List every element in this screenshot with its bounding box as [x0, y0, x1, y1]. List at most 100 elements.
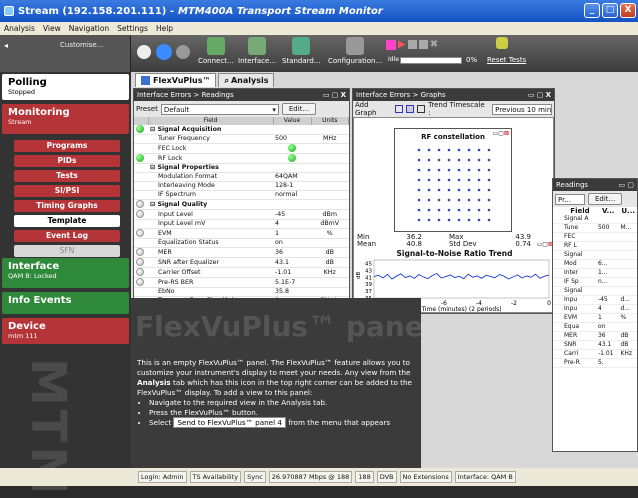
- tab-flexvuplus[interactable]: FlexVuPlus™: [135, 73, 217, 87]
- status-login: Login: Admin: [138, 471, 187, 483]
- sidebar-item-sfn[interactable]: SFN: [14, 245, 120, 257]
- readings-table: Field Value Units ⊟ Signal Acquisition Tu…: [134, 117, 349, 315]
- collapse-icon[interactable]: ◂: [4, 41, 8, 50]
- polling-panel[interactable]: Polling Stopped: [2, 74, 129, 100]
- play-icon[interactable]: ▶: [398, 39, 406, 50]
- sidebar-item-event-log[interactable]: Event Log: [14, 230, 120, 242]
- connect-button[interactable]: Connect...: [198, 37, 234, 65]
- close-button[interactable]: X: [620, 3, 636, 18]
- table-row[interactable]: Interleaving Mode 128-1: [134, 181, 349, 191]
- constellation-point: [457, 218, 461, 222]
- graph-window-controls[interactable]: ▭▢⊠: [493, 130, 509, 137]
- trend-select[interactable]: Previous 10 minutes: [492, 103, 552, 115]
- table-row[interactable]: Signal: [553, 250, 637, 260]
- table-row[interactable]: Tuner Frequency 500 MHz: [134, 134, 349, 144]
- info-events-panel[interactable]: Info Events: [2, 292, 129, 314]
- table-row[interactable]: Pre-RS BER 5.1E-7: [134, 277, 349, 288]
- playback-controls[interactable]: ▶ ✖: [386, 39, 438, 50]
- status-dot-icon: [136, 200, 144, 208]
- panel-window-controls[interactable]: ▭ ▢ X: [323, 89, 346, 101]
- units-cell: MHz: [311, 134, 349, 144]
- preset3-select[interactable]: Pr...: [555, 193, 585, 205]
- table-row[interactable]: Input Level mV 4 dBmV: [134, 219, 349, 229]
- menu-view[interactable]: View: [39, 24, 65, 33]
- panel-window-controls[interactable]: ▭ ▢: [619, 179, 634, 191]
- reset-tests-button[interactable]: Reset Tests: [487, 56, 526, 64]
- table-row[interactable]: ⊟ Signal Acquisition: [134, 125, 349, 135]
- stop-square-icon[interactable]: [407, 40, 417, 49]
- table-row[interactable]: MER 36 dB: [134, 247, 349, 258]
- menu-analysis[interactable]: Analysis: [0, 24, 39, 33]
- graph-window-controls[interactable]: ▭▢⊠: [537, 241, 553, 248]
- y-tick-label: 37: [365, 289, 372, 295]
- pause-icon[interactable]: [418, 40, 428, 49]
- table-row[interactable]: Equa on: [553, 322, 637, 332]
- y-axis-label: dB: [356, 272, 362, 279]
- graph-grid-icon[interactable]: [417, 105, 426, 113]
- tab-analysis[interactable]: ⌕ Analysis: [218, 73, 275, 87]
- constellation-point: [437, 158, 441, 162]
- table-row[interactable]: Carri -1.01 KHz: [553, 349, 637, 359]
- graph-type-icon[interactable]: [395, 105, 404, 113]
- menu-navigation[interactable]: Navigation: [65, 24, 113, 33]
- menu-help[interactable]: Help: [152, 24, 177, 33]
- table-row[interactable]: Carrier Offset -1.01 KHz: [134, 267, 349, 278]
- table-row[interactable]: SNR after Equalizer 43.1 dB: [134, 257, 349, 268]
- table-row[interactable]: Modulation Format 64QAM: [134, 172, 349, 182]
- edit-button[interactable]: Edit...: [281, 103, 317, 115]
- standard-button[interactable]: Standard...: [282, 37, 321, 65]
- table-row[interactable]: Tune 500 M...: [553, 223, 637, 233]
- table-row[interactable]: Pre-R 5.: [553, 358, 637, 368]
- table-row[interactable]: ⊟ Signal Quality: [134, 199, 349, 210]
- reset-icon[interactable]: [496, 37, 508, 51]
- constellation-point: [487, 158, 491, 162]
- customise-button[interactable]: Customise...: [60, 41, 103, 49]
- table-row[interactable]: SNR 43.1 dB: [553, 340, 637, 350]
- stop-icon[interactable]: [176, 45, 190, 61]
- sidebar-item-pids[interactable]: PIDs: [14, 155, 120, 167]
- configuration-button[interactable]: Configuration...: [328, 37, 382, 65]
- send-to-flexvuplus-button[interactable]: Send to FlexVuPlus™ panel 4: [173, 417, 286, 428]
- constellation-point: [447, 208, 451, 212]
- record-icon[interactable]: [386, 39, 396, 50]
- table-row[interactable]: Mod 6...: [553, 259, 637, 269]
- maximize-button[interactable]: □: [602, 3, 618, 18]
- preset-select[interactable]: Default ▾: [160, 103, 279, 115]
- table-row[interactable]: Equalization Status on: [134, 238, 349, 248]
- table-row[interactable]: Signal A: [553, 215, 637, 224]
- preset-label: Preset: [136, 105, 158, 113]
- panel-window-controls[interactable]: ▭ ▢ X: [528, 89, 551, 101]
- clear-icon[interactable]: ✖: [430, 39, 438, 50]
- table-row[interactable]: EVM 1%: [553, 313, 637, 323]
- graph-table-icon[interactable]: [406, 105, 415, 113]
- minimize-button[interactable]: _: [584, 3, 600, 18]
- edit3-button[interactable]: Edit...: [588, 193, 623, 205]
- table-row[interactable]: FEC: [553, 232, 637, 242]
- table-row[interactable]: Inpu 4 d...: [553, 304, 637, 314]
- sidebar-item-template[interactable]: Template: [14, 215, 120, 227]
- device-panel[interactable]: Device mtm 111: [2, 318, 129, 344]
- table-row[interactable]: IF Sp n...: [553, 277, 637, 287]
- table-row[interactable]: Inpu -45 d...: [553, 295, 637, 305]
- table-row[interactable]: EbNo 35.8: [134, 287, 349, 297]
- sidebar-item-tests[interactable]: Tests: [14, 170, 120, 182]
- table-row[interactable]: RF Lock: [134, 153, 349, 164]
- table-row[interactable]: IF Spectrum normal: [134, 190, 349, 200]
- table-row[interactable]: MER 36 dB: [553, 331, 637, 341]
- table-row[interactable]: RF L: [553, 241, 637, 251]
- sidebar-item-programs[interactable]: Programs: [14, 140, 120, 152]
- table-row[interactable]: Inter 1...: [553, 268, 637, 278]
- table-row[interactable]: EVM 1%: [134, 228, 349, 239]
- sidebar-item-timing-graphs[interactable]: Timing Graphs: [14, 200, 120, 212]
- interface-panel[interactable]: Interface QAM B: Locked: [2, 258, 129, 288]
- table-row[interactable]: FEC Lock: [134, 143, 349, 154]
- nav-forward-icon[interactable]: [137, 45, 151, 61]
- nav-back-icon[interactable]: [156, 44, 172, 62]
- interface-button[interactable]: Interface...: [238, 37, 276, 65]
- monitoring-panel[interactable]: Monitoring Stream: [2, 104, 129, 134]
- menu-settings[interactable]: Settings: [113, 24, 152, 33]
- table-row[interactable]: Input Level -45 dBm: [134, 209, 349, 220]
- sidebar-item-si-psi[interactable]: SI/PSI: [14, 185, 120, 197]
- table-row[interactable]: Signal: [553, 286, 637, 296]
- table-row[interactable]: ⊟ Signal Properties: [134, 163, 349, 173]
